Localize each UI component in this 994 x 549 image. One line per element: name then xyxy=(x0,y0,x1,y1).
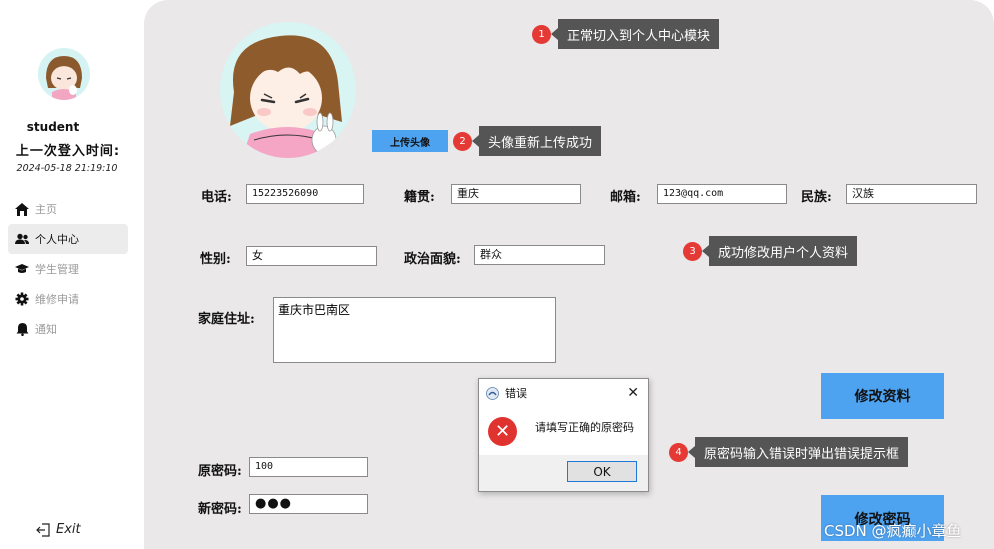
email-label: 邮箱: xyxy=(610,190,641,205)
political-field[interactable]: 群众 xyxy=(474,245,605,265)
native-place-label: 籍贯: xyxy=(404,190,435,205)
callout-2: 2 头像重新上传成功 xyxy=(453,126,602,156)
callout-badge: 3 xyxy=(683,241,702,261)
home-icon xyxy=(15,202,29,216)
callout-text: 头像重新上传成功 xyxy=(471,126,602,156)
sidebar-item-label: 主页 xyxy=(35,203,57,216)
political-label: 政治面貌: xyxy=(404,252,461,267)
callout-badge: 1 xyxy=(532,24,551,44)
sidebar-nav: 主页 个人中心 学生管理 维修申请 通知 xyxy=(8,194,128,344)
callout-badge: 2 xyxy=(453,131,472,151)
callout-text: 正常切入到个人中心模块 xyxy=(550,19,720,49)
callout-1: 1 正常切入到个人中心模块 xyxy=(532,19,720,49)
upload-avatar-button[interactable]: 上传头像 xyxy=(372,130,448,152)
java-app-icon xyxy=(486,386,499,400)
error-dialog: 错误 ✕ ✕ 请填写正确的原密码 OK xyxy=(478,378,649,492)
sidebar-item-home[interactable]: 主页 xyxy=(8,194,128,224)
graduation-cap-icon xyxy=(15,262,29,276)
watermark: CSDN @疯癫小章鱼 xyxy=(824,522,962,540)
modify-info-button[interactable]: 修改资料 xyxy=(821,373,944,419)
sidebar-item-students[interactable]: 学生管理 xyxy=(8,254,128,284)
old-password-field[interactable]: 100 xyxy=(249,457,368,477)
exit-label: Exit xyxy=(56,522,81,537)
callout-badge: 4 xyxy=(669,442,688,462)
profile-avatar xyxy=(220,22,356,158)
callout-4: 4 原密码输入错误时弹出错误提示框 xyxy=(669,437,909,467)
dialog-titlebar: 错误 xyxy=(486,385,527,401)
dialog-message: 请填写正确的原密码 xyxy=(535,421,634,434)
new-password-label: 新密码: xyxy=(198,502,242,517)
sidebar-avatar xyxy=(38,48,90,100)
sidebar-item-repair[interactable]: 维修申请 xyxy=(8,284,128,314)
address-label: 家庭住址: xyxy=(198,312,255,327)
email-field[interactable]: 123@qq.com xyxy=(657,184,787,204)
phone-field[interactable]: 15223526090 xyxy=(246,184,364,204)
sidebar-item-label: 维修申请 xyxy=(35,293,79,306)
address-field[interactable]: 重庆市巴南区 xyxy=(273,297,556,363)
sidebar-item-notice[interactable]: 通知 xyxy=(8,314,128,344)
dialog-title: 错误 xyxy=(505,387,527,400)
sidebar-item-label: 学生管理 xyxy=(35,263,79,276)
username: student xyxy=(26,120,80,134)
exit-button[interactable]: Exit xyxy=(36,522,81,537)
gender-field[interactable]: 女 xyxy=(246,246,377,266)
close-icon[interactable]: ✕ xyxy=(627,385,639,401)
error-icon: ✕ xyxy=(488,417,517,446)
gear-icon xyxy=(15,292,29,306)
old-password-label: 原密码: xyxy=(198,464,242,479)
ethnicity-field[interactable]: 汉族 xyxy=(846,184,977,204)
callout-text: 原密码输入错误时弹出错误提示框 xyxy=(687,437,909,467)
phone-label: 电话: xyxy=(201,190,232,205)
exit-icon xyxy=(36,522,50,537)
sidebar: student 上一次登入时间: 2024-05-18 21:19:10 主页 … xyxy=(0,0,140,549)
new-password-field[interactable]: ●●● xyxy=(249,494,368,514)
gender-label: 性别: xyxy=(200,252,231,267)
bell-icon xyxy=(15,322,29,336)
ethnicity-label: 民族: xyxy=(801,190,832,205)
sidebar-item-label: 通知 xyxy=(35,323,57,336)
sidebar-item-label: 个人中心 xyxy=(35,233,79,246)
dialog-body: ✕ 请填写正确的原密码 xyxy=(479,407,648,454)
ok-button[interactable]: OK xyxy=(567,461,637,482)
native-place-field[interactable]: 重庆 xyxy=(451,184,581,204)
callout-text: 成功修改用户个人资料 xyxy=(701,236,858,266)
last-login-time: 2024-05-18 21:19:10 xyxy=(16,163,118,174)
sidebar-item-profile[interactable]: 个人中心 xyxy=(8,224,128,254)
callout-3: 3 成功修改用户个人资料 xyxy=(683,236,858,266)
last-login-label: 上一次登入时间: xyxy=(15,144,121,159)
users-icon xyxy=(15,232,29,246)
dialog-footer: OK xyxy=(479,455,648,491)
